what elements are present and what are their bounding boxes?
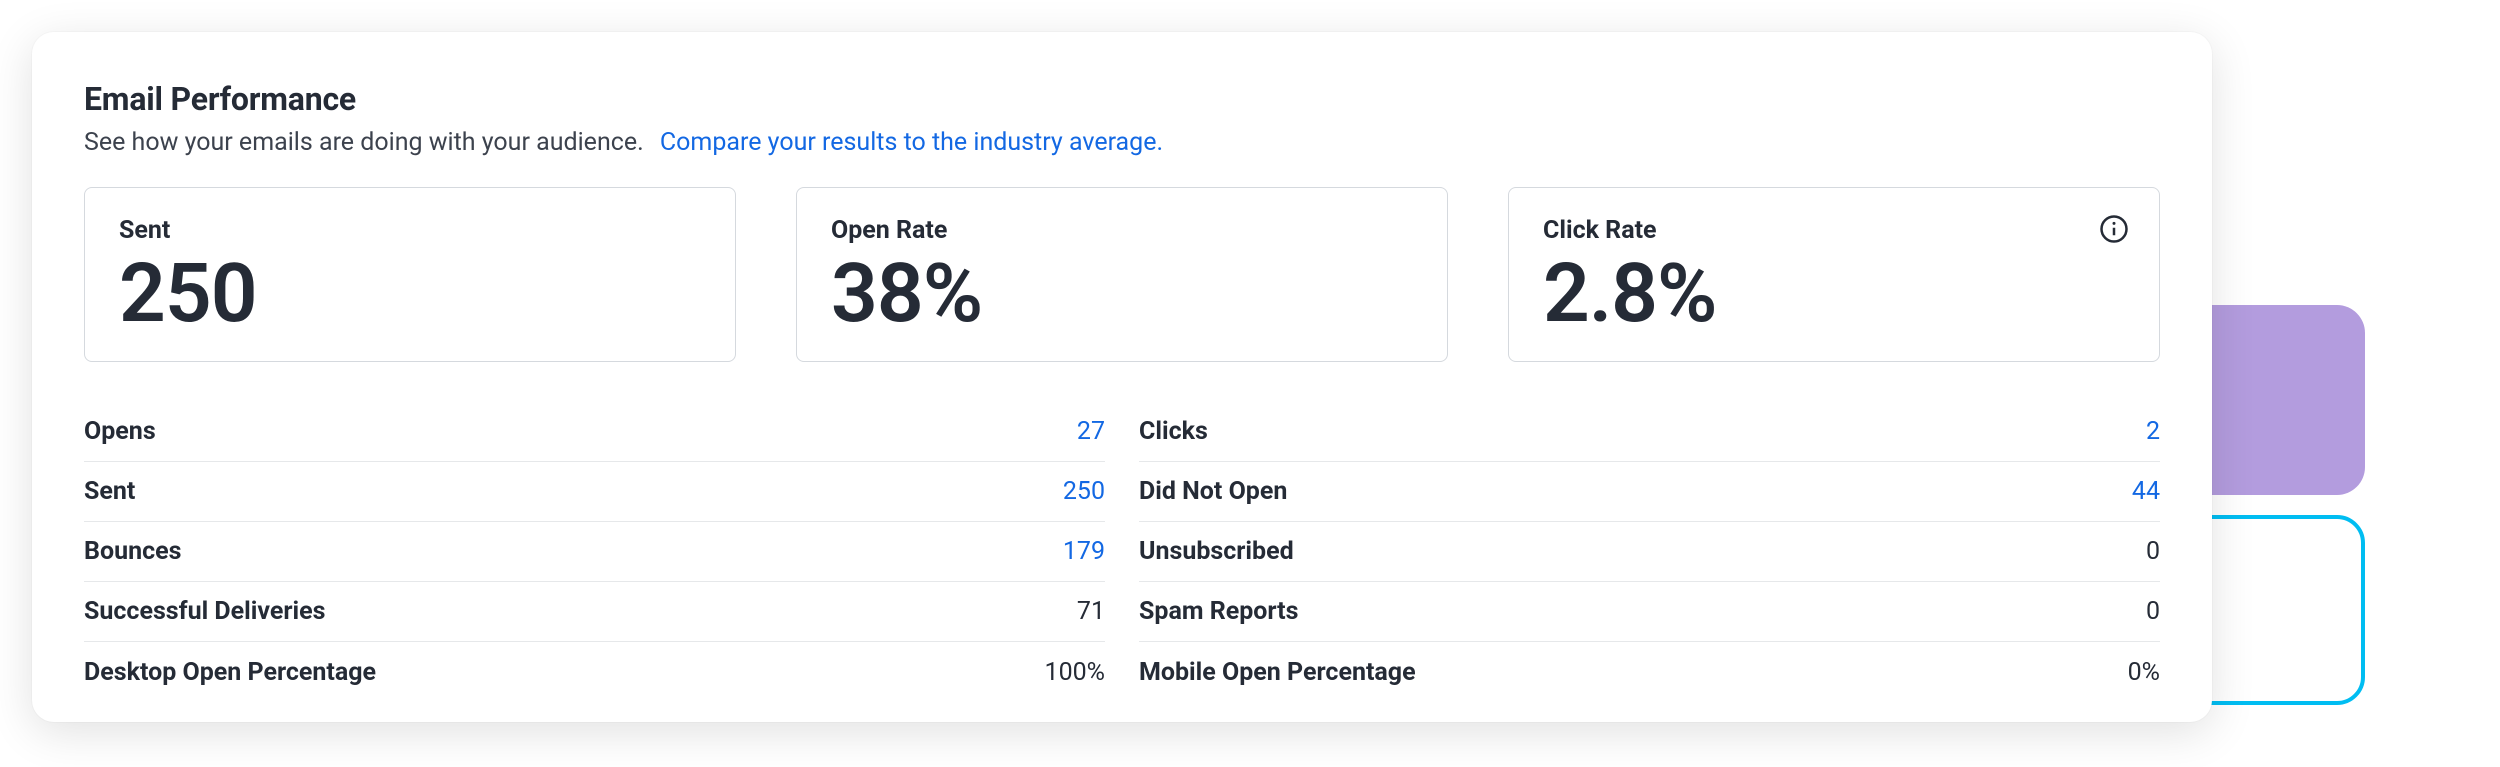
stat-value[interactable]: 250 [1063, 477, 1105, 506]
summary-cards: Sent 250 Open Rate 38% Click Rate 2.8% [84, 187, 2160, 362]
stat-value[interactable]: 179 [1063, 537, 1105, 566]
stat-label: Desktop Open Percentage [84, 658, 376, 687]
stat-row-right-2: Unsubscribed 0 [1139, 522, 2160, 582]
stat-row-left-4: Desktop Open Percentage 100% [84, 642, 1105, 702]
stat-row-left-1: Sent 250 [84, 462, 1105, 522]
stat-label: Spam Reports [1139, 597, 1298, 626]
info-icon[interactable] [2099, 214, 2129, 244]
stat-label: Unsubscribed [1139, 537, 1294, 566]
stat-row-left-0: Opens 27 [84, 402, 1105, 462]
stats-col-left: Opens 27 Sent 250 Bounces 179 Successful Deliv… [84, 402, 1105, 702]
card-sent-value: 250 [119, 253, 701, 335]
stat-value[interactable]: 27 [1077, 417, 1105, 446]
stat-label: Mobile Open Percentage [1139, 658, 1416, 687]
stat-row-right-3: Spam Reports 0 [1139, 582, 2160, 642]
stat-label: Sent [84, 477, 135, 506]
card-click-label: Click Rate [1543, 216, 2125, 245]
stat-row-right-0: Clicks 2 [1139, 402, 2160, 462]
stat-value[interactable]: 44 [2132, 477, 2160, 506]
panel-subtitle-text: See how your emails are doing with your … [84, 128, 644, 157]
stat-value: 0% [2128, 658, 2160, 687]
card-sent-label: Sent [119, 216, 701, 245]
stat-row-left-2: Bounces 179 [84, 522, 1105, 582]
panel-title: Email Performance [84, 80, 2160, 118]
stat-value: 100% [1045, 658, 1105, 687]
card-click-rate: Click Rate 2.8% [1508, 187, 2160, 362]
stat-value: 0 [2146, 597, 2160, 626]
stat-row-right-1: Did Not Open 44 [1139, 462, 2160, 522]
stat-label: Did Not Open [1139, 477, 1287, 506]
stat-label: Opens [84, 417, 156, 446]
stat-value[interactable]: 2 [2146, 417, 2160, 446]
panel-subtitle: See how your emails are doing with your … [84, 128, 2160, 157]
card-open-label: Open Rate [831, 216, 1413, 245]
card-open-value: 38% [831, 253, 1413, 335]
stat-label: Clicks [1139, 417, 1208, 446]
card-sent: Sent 250 [84, 187, 736, 362]
card-click-value: 2.8% [1543, 253, 2125, 335]
stat-row-left-3: Successful Deliveries 71 [84, 582, 1105, 642]
stat-value: 71 [1077, 597, 1105, 626]
email-performance-panel: Email Performance See how your emails ar… [32, 32, 2212, 722]
stat-row-right-4: Mobile Open Percentage 0% [1139, 642, 2160, 702]
compare-link[interactable]: Compare your results to the industry ave… [660, 128, 1163, 157]
card-open-rate: Open Rate 38% [796, 187, 1448, 362]
stat-label: Bounces [84, 537, 181, 566]
stat-label: Successful Deliveries [84, 597, 326, 626]
stat-value: 0 [2146, 537, 2160, 566]
stats-grid: Opens 27 Sent 250 Bounces 179 Successful Deliv… [84, 402, 2160, 702]
stats-col-right: Clicks2Did Not Open44Unsubscribed0Spam R… [1139, 402, 2160, 702]
